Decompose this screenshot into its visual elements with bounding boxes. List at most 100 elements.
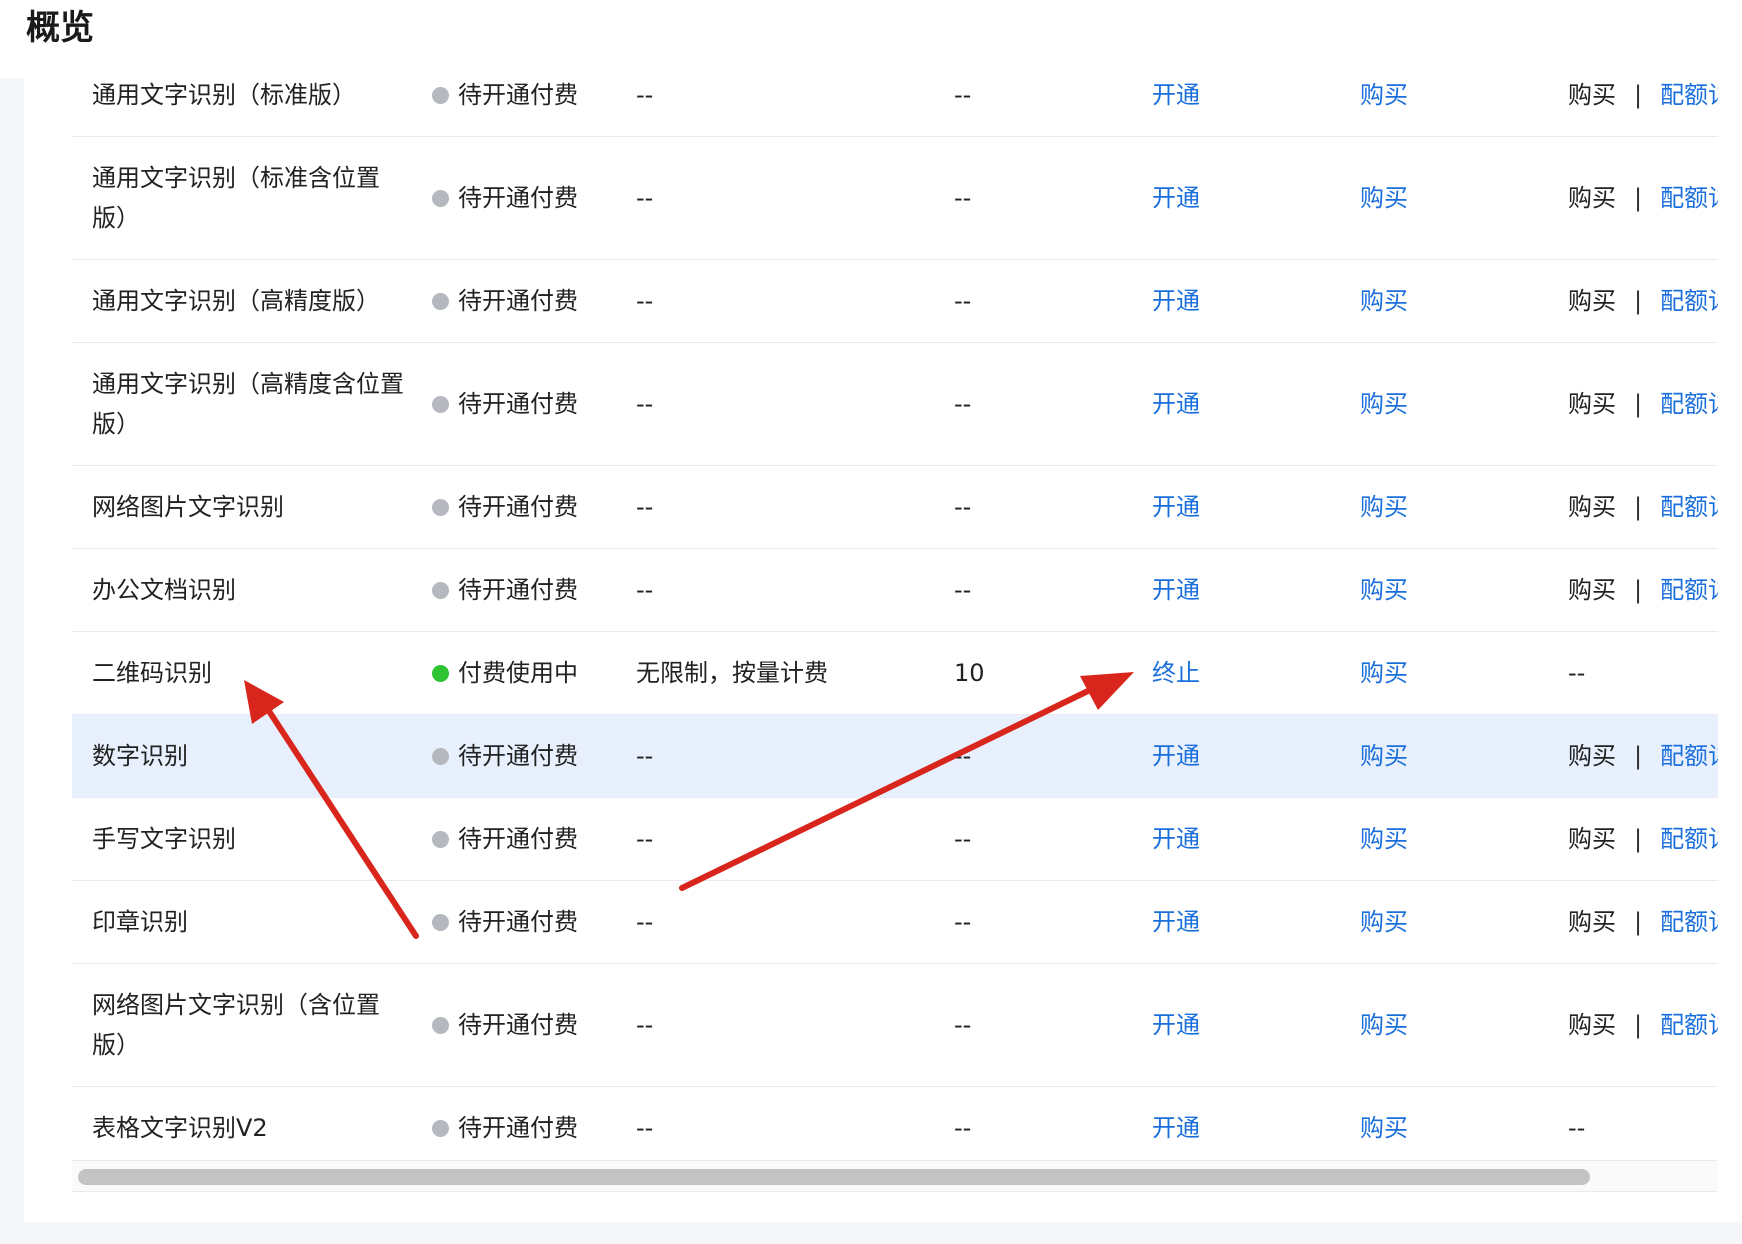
action-separator: |	[1634, 287, 1643, 315]
purchase-link[interactable]: 购买	[1360, 570, 1408, 610]
quota-text: --	[636, 1114, 654, 1142]
purchase-link[interactable]: 购买	[1360, 1108, 1408, 1148]
activate-link[interactable]: 开通	[1152, 384, 1200, 424]
quota-detail-link[interactable]: 配额详	[1660, 281, 1718, 321]
status-dot-icon	[432, 830, 449, 848]
quota-purchase-link[interactable]: 购买	[1568, 736, 1616, 776]
activate-link[interactable]: 开通	[1152, 736, 1200, 776]
quota-detail-link[interactable]: 配额详	[1660, 736, 1718, 776]
quota-cell: --	[636, 1087, 936, 1169]
status-dot-icon	[432, 86, 449, 104]
purchase-link[interactable]: 购买	[1360, 281, 1408, 321]
status-cell: 待开通付费	[432, 798, 632, 880]
usage-text: 10	[954, 659, 985, 687]
table-row: 通用文字识别（高精度版） 待开通付费 -- -- 开通 购买 购买 | 配额详	[72, 260, 1718, 343]
activate-cell: 开通	[1152, 964, 1272, 1086]
table-row: 办公文档识别 待开通付费 -- -- 开通 购买 购买 | 配额详	[72, 549, 1718, 632]
quota-cell: --	[636, 549, 936, 631]
activate-cell: 开通	[1152, 466, 1272, 548]
status-text: 待开通付费	[458, 493, 578, 521]
activate-link[interactable]: 开通	[1152, 178, 1200, 218]
purchase-link[interactable]: 购买	[1360, 902, 1408, 942]
quota-purchase-link[interactable]: 购买	[1568, 178, 1616, 218]
service-name: 通用文字识别（高精度版）	[92, 287, 380, 315]
quota-detail-link[interactable]: 配额详	[1660, 487, 1718, 527]
page-header: 概览	[0, 0, 1742, 78]
quota-detail-link[interactable]: 配额详	[1660, 570, 1718, 610]
quota-detail-link[interactable]: 配额详	[1660, 1005, 1718, 1045]
quota-purchase-link[interactable]: 购买	[1568, 570, 1616, 610]
activate-link[interactable]: 开通	[1152, 819, 1200, 859]
status-cell: 待开通付费	[432, 343, 632, 465]
table-row: 数字识别 待开通付费 -- -- 开通 购买 购买 | 配额详	[72, 715, 1718, 798]
quota-text: --	[636, 908, 654, 936]
quota-detail-link[interactable]: 配额详	[1660, 178, 1718, 218]
status-text: 待开通付费	[458, 576, 578, 604]
service-name: 表格文字识别V2	[92, 1114, 268, 1142]
quota-purchase-link[interactable]: 购买	[1568, 384, 1616, 424]
service-name: 网络图片文字识别	[92, 493, 284, 521]
purchase-cell: 购买	[1360, 137, 1480, 259]
activate-link[interactable]: 开通	[1152, 1005, 1200, 1045]
quota-detail-link[interactable]: 配额详	[1660, 384, 1718, 424]
service-table: 通用文字识别（标准版）待开通付费----开通购买购买|配额详通用文字识别（标准含…	[72, 54, 1718, 1170]
usage-cell: --	[954, 549, 1104, 631]
purchase-link[interactable]: 购买	[1360, 1005, 1408, 1045]
usage-text: --	[954, 184, 972, 212]
terminate-link[interactable]: 终止	[1152, 653, 1200, 693]
usage-cell: --	[954, 137, 1104, 259]
horizontal-scrollbar[interactable]	[72, 1160, 1718, 1192]
action-separator: |	[1634, 742, 1643, 770]
activate-cell: 开通	[1152, 137, 1272, 259]
quota-purchase-link[interactable]: 购买	[1568, 819, 1616, 859]
quota-purchase-link[interactable]: 购买	[1568, 281, 1616, 321]
activate-link[interactable]: 开通	[1152, 487, 1200, 527]
quota-detail-link[interactable]: 配额详	[1660, 902, 1718, 942]
quota-text: --	[636, 390, 654, 418]
service-name-cell: 通用文字识别（高精度含位置版）	[92, 343, 462, 465]
service-name: 通用文字识别（标准含位置版）	[92, 164, 380, 232]
purchase-link[interactable]: 购买	[1360, 384, 1408, 424]
quota-purchase-link[interactable]: 购买	[1568, 1005, 1616, 1045]
activate-link[interactable]: 开通	[1152, 281, 1200, 321]
purchase-link[interactable]: 购买	[1360, 736, 1408, 776]
activate-link[interactable]: 开通	[1152, 902, 1200, 942]
usage-cell: --	[954, 466, 1104, 548]
usage-text: --	[954, 287, 972, 315]
purchase-link[interactable]: 购买	[1360, 819, 1408, 859]
purchase-link[interactable]: 购买	[1360, 487, 1408, 527]
action-separator: |	[1634, 908, 1643, 936]
activate-cell: 开通	[1152, 549, 1272, 631]
purchase-cell: 购买	[1360, 881, 1480, 963]
quota-cell: --	[636, 466, 936, 548]
usage-text: --	[954, 825, 972, 853]
quota-detail-link[interactable]: 配额详	[1660, 75, 1718, 115]
quota-cell: --	[636, 964, 936, 1086]
activate-link[interactable]: 开通	[1152, 570, 1200, 610]
quota-cell: --	[636, 343, 936, 465]
usage-cell: --	[954, 798, 1104, 880]
usage-cell: --	[954, 964, 1104, 1086]
activate-cell: 开通	[1152, 343, 1272, 465]
quota-actions-cell: 购买 | 配额详	[1568, 549, 1718, 631]
status-cell: 待开通付费	[432, 549, 632, 631]
action-separator: |	[1634, 184, 1643, 212]
quota-detail-link[interactable]: 配额详	[1660, 819, 1718, 859]
scrollbar-thumb[interactable]	[78, 1169, 1590, 1185]
activate-link[interactable]: 开通	[1152, 75, 1200, 115]
purchase-link[interactable]: 购买	[1360, 178, 1408, 218]
quota-cell: --	[636, 881, 936, 963]
status-text: 待开通付费	[458, 825, 578, 853]
quota-purchase-link[interactable]: 购买	[1568, 75, 1616, 115]
quota-purchase-link[interactable]: 购买	[1568, 487, 1616, 527]
purchase-link[interactable]: 购买	[1360, 653, 1408, 693]
quota-actions-cell: 购买 | 配额详	[1568, 466, 1718, 548]
service-name-cell: 通用文字识别（标准含位置版）	[92, 137, 462, 259]
table-row: 网络图片文字识别 待开通付费 -- -- 开通 购买 购买 | 配额详	[72, 466, 1718, 549]
purchase-link[interactable]: 购买	[1360, 75, 1408, 115]
activate-link[interactable]: 开通	[1152, 1108, 1200, 1148]
action-separator: |	[1634, 390, 1643, 418]
purchase-cell: 购买	[1360, 343, 1480, 465]
purchase-cell: 购买	[1360, 715, 1480, 797]
quota-purchase-link[interactable]: 购买	[1568, 902, 1616, 942]
